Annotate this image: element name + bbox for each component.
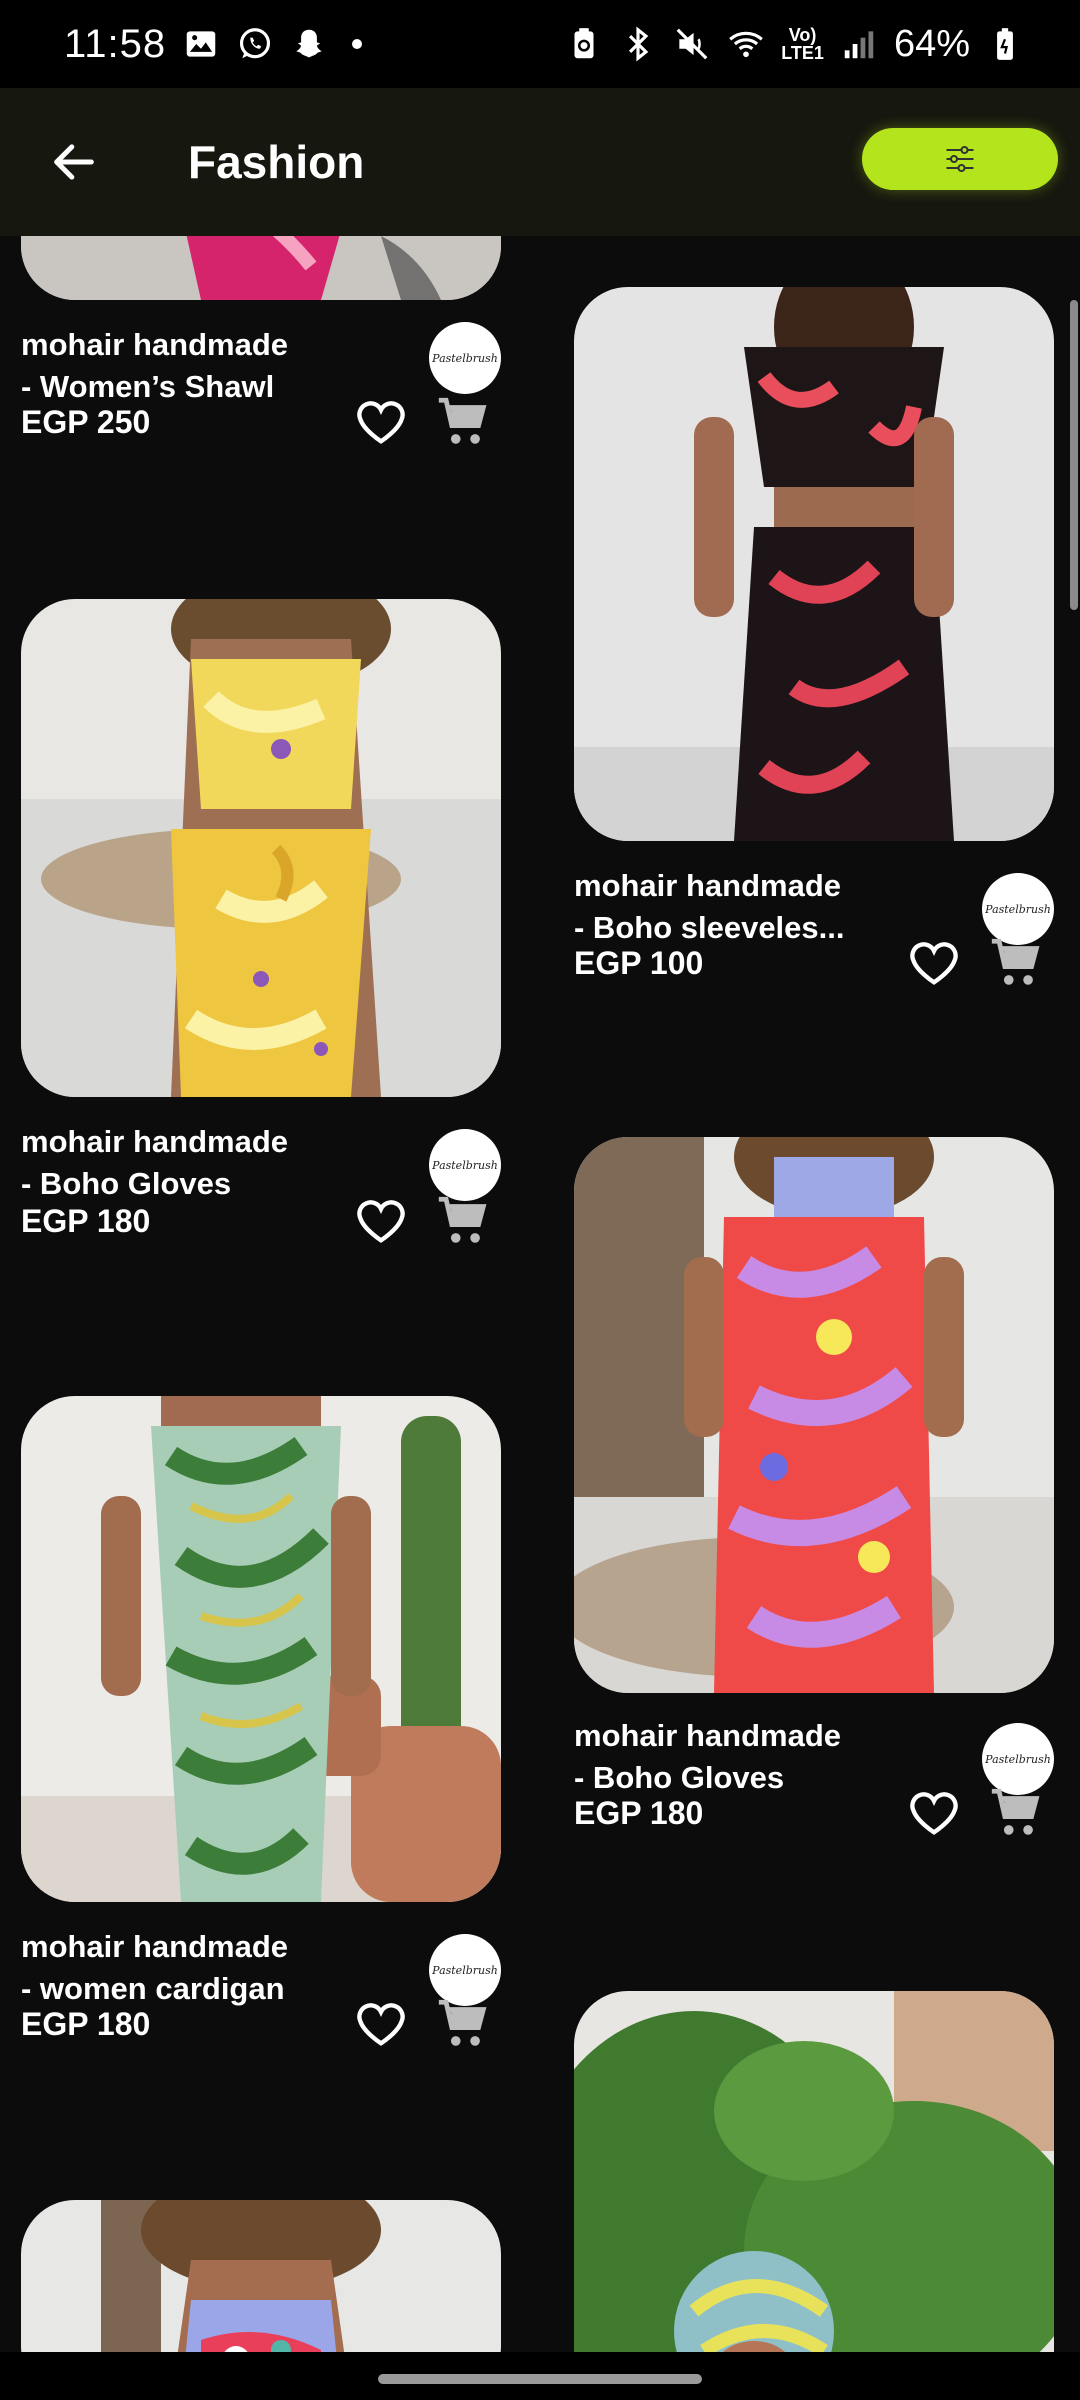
product-price: EGP 100 — [574, 945, 704, 981]
product-image[interactable] — [574, 1991, 1054, 2352]
status-time: 11:58 — [64, 21, 167, 66]
seller-logo[interactable]: Pastelbrush — [429, 322, 501, 394]
signal-strength-icon — [840, 25, 878, 63]
page-title: Fashion — [188, 136, 365, 188]
seller-logo-text: Pastelbrush — [432, 1963, 498, 1977]
heart-outline-icon — [910, 942, 958, 985]
seller-logo-text: Pastelbrush — [432, 1158, 498, 1172]
product-grid: mohair handmade - Women’s Shawl Pastelbr… — [0, 236, 1080, 2352]
favorite-button[interactable] — [904, 1783, 964, 1843]
status-left: 11:58 — [64, 21, 363, 67]
battery-icon — [986, 25, 1024, 63]
product-image[interactable] — [574, 1137, 1054, 1693]
app-bar: Fashion — [0, 88, 1080, 236]
product-price: EGP 250 — [21, 404, 151, 440]
home-gesture-handle[interactable] — [378, 2374, 702, 2384]
product-image[interactable] — [21, 599, 501, 1097]
battery-percentage: 64% — [893, 22, 970, 65]
status-right: Vo) LTE1 64% — [565, 23, 1024, 66]
scroll-indicator[interactable] — [1070, 300, 1078, 610]
gallery-notification-icon — [182, 25, 220, 63]
status-bar: 11:58 Vo) LTE1 64% — [0, 0, 1080, 88]
back-button[interactable] — [44, 132, 104, 192]
wifi-icon — [727, 25, 765, 63]
mute-icon — [673, 25, 711, 63]
product-price: EGP 180 — [21, 1203, 151, 1239]
product-title[interactable]: mohair handmade - Boho Gloves — [574, 1715, 904, 1799]
shopping-cart-icon — [991, 938, 1040, 985]
product-image[interactable] — [21, 2200, 501, 2352]
shopping-cart-icon — [438, 1196, 487, 1243]
heart-outline-icon — [357, 2003, 405, 2046]
sliders-icon — [946, 145, 974, 173]
product-title[interactable]: mohair handmade - Women’s Shawl — [21, 324, 351, 408]
bluetooth-icon — [619, 25, 657, 63]
battery-saver-icon — [565, 25, 603, 63]
seller-logo-text: Pastelbrush — [432, 351, 498, 365]
product-card[interactable]: mohair handmade - Women’s Shawl Pastelbr… — [21, 236, 501, 496]
product-title[interactable]: mohair handmade - Boho sleeveles... — [574, 865, 904, 949]
product-image[interactable] — [574, 287, 1054, 841]
favorite-button[interactable] — [904, 933, 964, 993]
product-title[interactable]: mohair handmade - women cardigan — [21, 1926, 351, 2010]
add-to-cart-button[interactable] — [433, 1994, 493, 2054]
seller-logo-text: Pastelbrush — [985, 1752, 1051, 1766]
snapchat-notification-icon — [290, 25, 328, 63]
heart-outline-icon — [910, 1792, 958, 1835]
favorite-button[interactable] — [351, 1994, 411, 2054]
shopping-cart-icon — [438, 397, 487, 444]
product-card[interactable] — [21, 2200, 501, 2352]
whatsapp-notification-icon — [236, 25, 274, 63]
add-to-cart-button[interactable] — [986, 933, 1046, 993]
product-price: EGP 180 — [21, 2006, 151, 2042]
shopping-cart-icon — [438, 1999, 487, 2046]
product-card[interactable]: mohair handmade - women cardigan Pastelb… — [21, 1396, 501, 2176]
more-notifications-dot — [352, 39, 363, 49]
favorite-button[interactable] — [351, 392, 411, 452]
add-to-cart-button[interactable] — [433, 1191, 493, 1251]
product-title[interactable]: mohair handmade - Boho Gloves — [21, 1121, 351, 1205]
heart-outline-icon — [357, 1200, 405, 1243]
product-card[interactable] — [574, 1991, 1054, 2352]
add-to-cart-button[interactable] — [433, 392, 493, 452]
network-type-label: Vo) LTE1 — [781, 25, 824, 63]
shopping-cart-icon — [991, 1788, 1040, 1835]
heart-outline-icon — [357, 401, 405, 444]
product-price: EGP 180 — [574, 1795, 704, 1831]
product-image[interactable] — [21, 1396, 501, 1902]
add-to-cart-button[interactable] — [986, 1783, 1046, 1843]
product-card[interactable]: mohair handmade - Boho Gloves Pastelbrus… — [574, 1137, 1054, 1917]
product-card[interactable]: mohair handmade - Boho Gloves Pastelbrus… — [21, 599, 501, 1359]
product-card[interactable]: mohair handmade - Boho sleeveles... Past… — [574, 287, 1054, 1067]
arrow-left-icon — [54, 144, 94, 180]
filter-button[interactable] — [862, 128, 1058, 190]
seller-logo-text: Pastelbrush — [985, 902, 1051, 916]
product-image[interactable] — [21, 236, 501, 300]
favorite-button[interactable] — [351, 1191, 411, 1251]
